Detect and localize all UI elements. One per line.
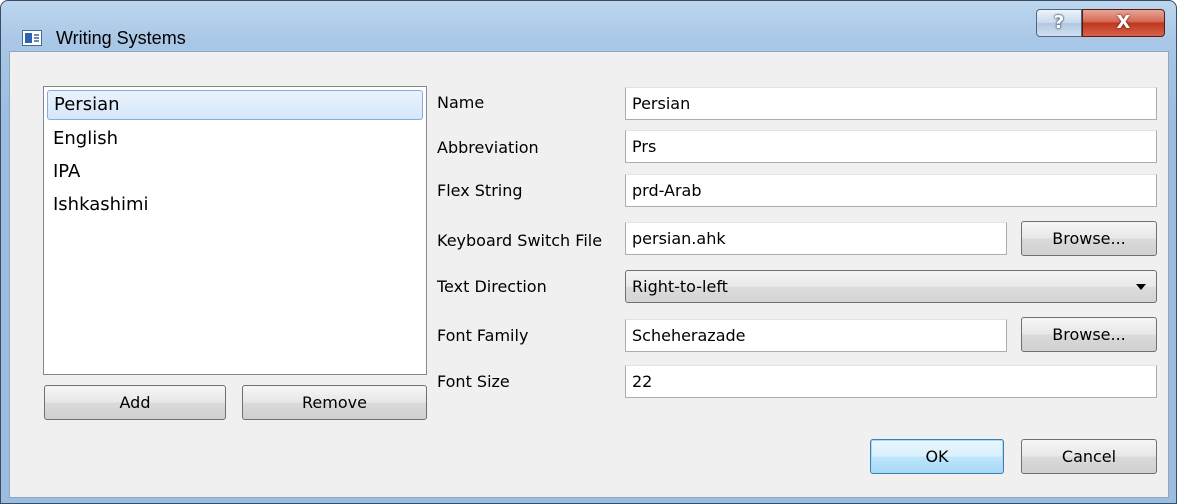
remove-button[interactable]: Remove [242,385,427,420]
help-button[interactable]: ? [1036,9,1082,37]
keyboard-switch-file-label: Keyboard Switch File [437,231,603,250]
list-item-persian[interactable]: Persian [47,90,423,120]
text-direction-value: Right-to-left [632,277,728,296]
list-item-ishkashimi[interactable]: Ishkashimi [47,188,423,221]
flex-string-label: Flex String [437,181,523,200]
keyboard-switch-file-field[interactable]: persian.ahk [625,222,1007,255]
font-size-field[interactable]: 22 [625,365,1157,398]
text-direction-label: Text Direction [437,277,547,296]
ok-button[interactable]: OK [870,439,1004,474]
cancel-button[interactable]: Cancel [1021,439,1157,474]
writing-systems-list[interactable]: Persian English IPA Ishkashimi [43,86,427,375]
list-item-english[interactable]: English [47,122,423,155]
font-size-label: Font Size [437,372,510,391]
font-family-label: Font Family [437,326,529,345]
abbreviation-field[interactable]: Prs [625,130,1157,163]
keyboard-browse-button[interactable]: Browse... [1021,221,1157,256]
app-icon [22,30,42,46]
flex-string-field[interactable]: prd-Arab [625,174,1157,207]
text-direction-select[interactable]: Right-to-left [625,270,1157,303]
close-button[interactable]: X [1082,9,1165,37]
abbreviation-label: Abbreviation [437,138,539,157]
title-bar: Writing Systems ? X [1,1,1176,49]
add-button[interactable]: Add [44,385,226,420]
window-title: Writing Systems [56,28,186,48]
font-family-field[interactable]: Scheherazade [625,319,1007,352]
name-label: Name [437,93,485,112]
font-browse-button[interactable]: Browse... [1021,317,1157,352]
name-field[interactable]: Persian [625,87,1157,120]
dialog-body: Persian English IPA Ishkashimi Add Remov… [9,51,1169,498]
writing-systems-dialog: Writing Systems ? X Persian English IPA … [0,0,1177,504]
dropdown-arrow-icon [1136,284,1146,290]
list-item-ipa[interactable]: IPA [47,155,423,188]
